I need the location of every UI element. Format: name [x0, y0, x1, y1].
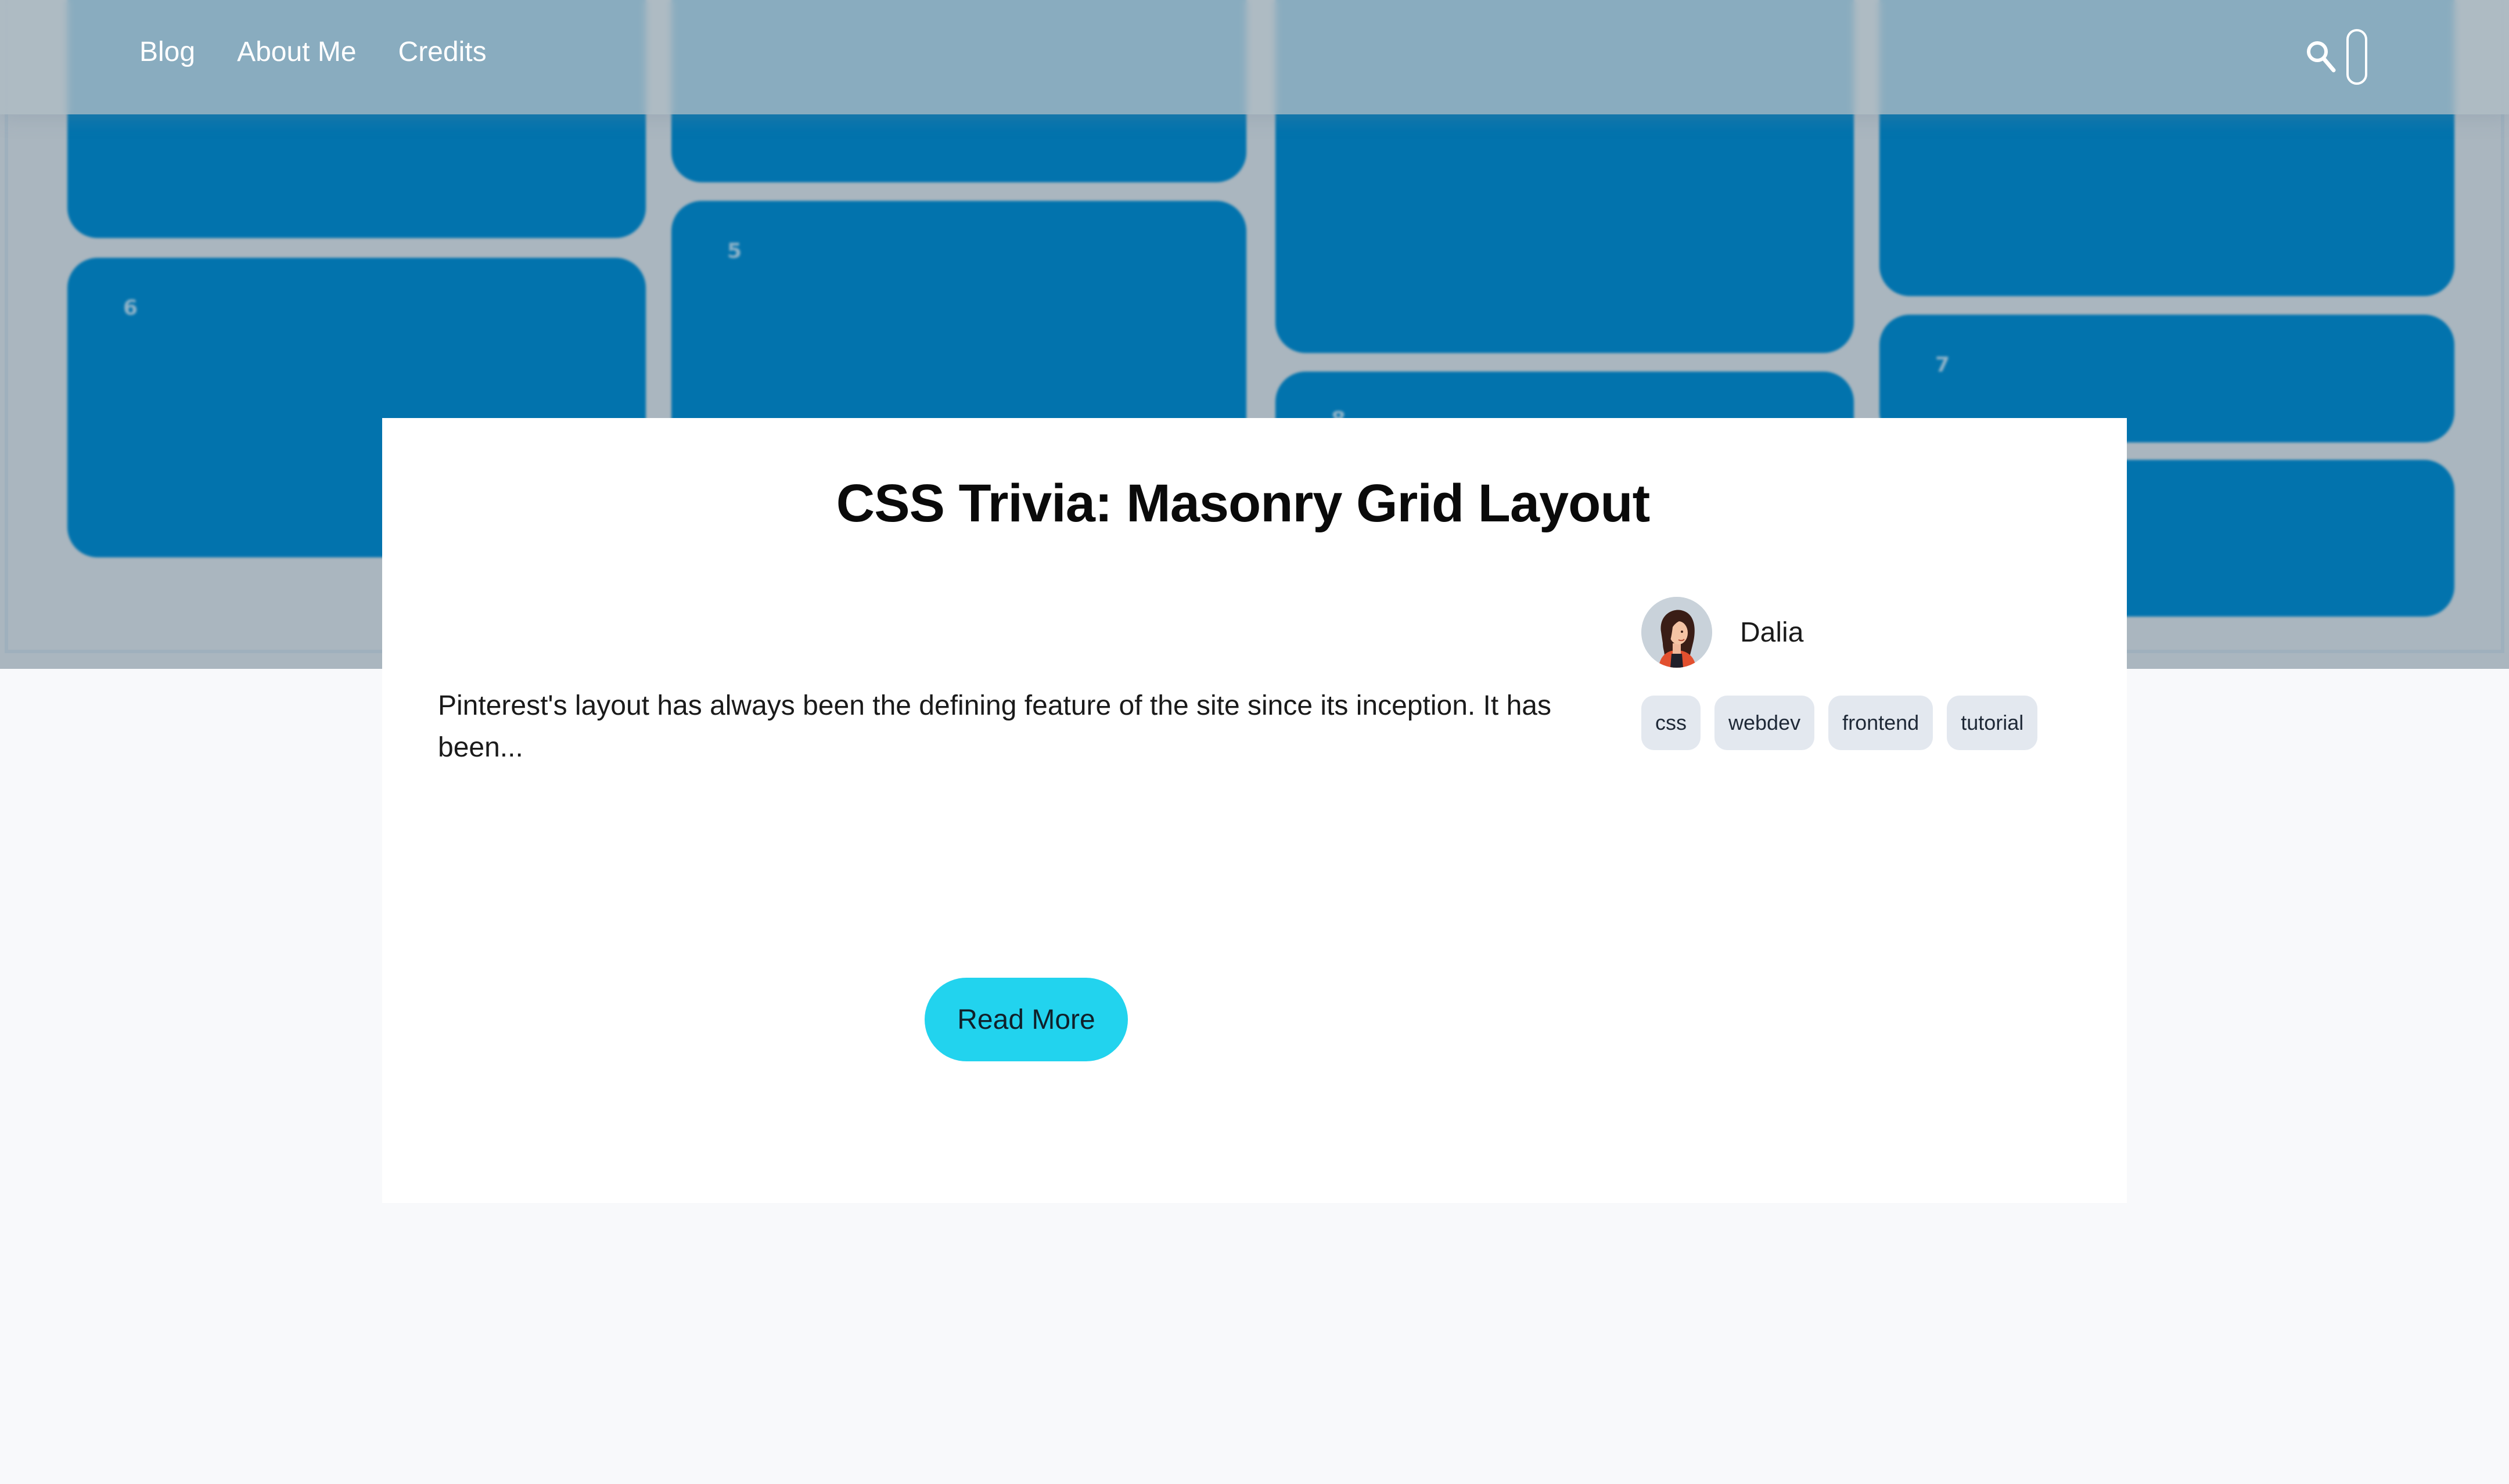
search-button[interactable] — [2303, 36, 2339, 77]
tag-webdev[interactable]: webdev — [1714, 696, 1815, 750]
avatar — [1641, 597, 1712, 668]
tag-css[interactable]: css — [1641, 696, 1701, 750]
search-icon — [2307, 41, 2336, 73]
nav-link-credits[interactable]: Credits — [398, 36, 487, 68]
tag-list: css webdev frontend tutorial — [1641, 696, 2038, 750]
top-navigation-bar: Blog About Me Credits — [0, 0, 2509, 114]
author-name: Dalia — [1740, 617, 1804, 648]
tile-number: 7 — [1935, 353, 1950, 377]
nav-link-blog[interactable]: Blog — [139, 36, 195, 68]
tag-tutorial[interactable]: tutorial — [1947, 696, 2038, 750]
theme-toggle-icon[interactable] — [2346, 29, 2367, 85]
post-card: CSS Trivia: Masonry Grid Layout Pinteres… — [382, 418, 2127, 1203]
tile-number: 5 — [727, 239, 742, 263]
tag-frontend[interactable]: frontend — [1828, 696, 1933, 750]
author-info: Dalia — [1641, 597, 1803, 668]
author-avatar-icon — [1641, 597, 1712, 668]
tile-number: 6 — [123, 296, 138, 320]
post-title: CSS Trivia: Masonry Grid Layout — [836, 474, 1650, 533]
post-excerpt: Pinterest's layout has always been the d… — [438, 690, 1551, 763]
read-more-button[interactable]: Read More — [925, 978, 1128, 1061]
nav-link-about-me[interactable]: About Me — [237, 36, 356, 68]
main-nav: Blog About Me Credits — [139, 36, 529, 68]
